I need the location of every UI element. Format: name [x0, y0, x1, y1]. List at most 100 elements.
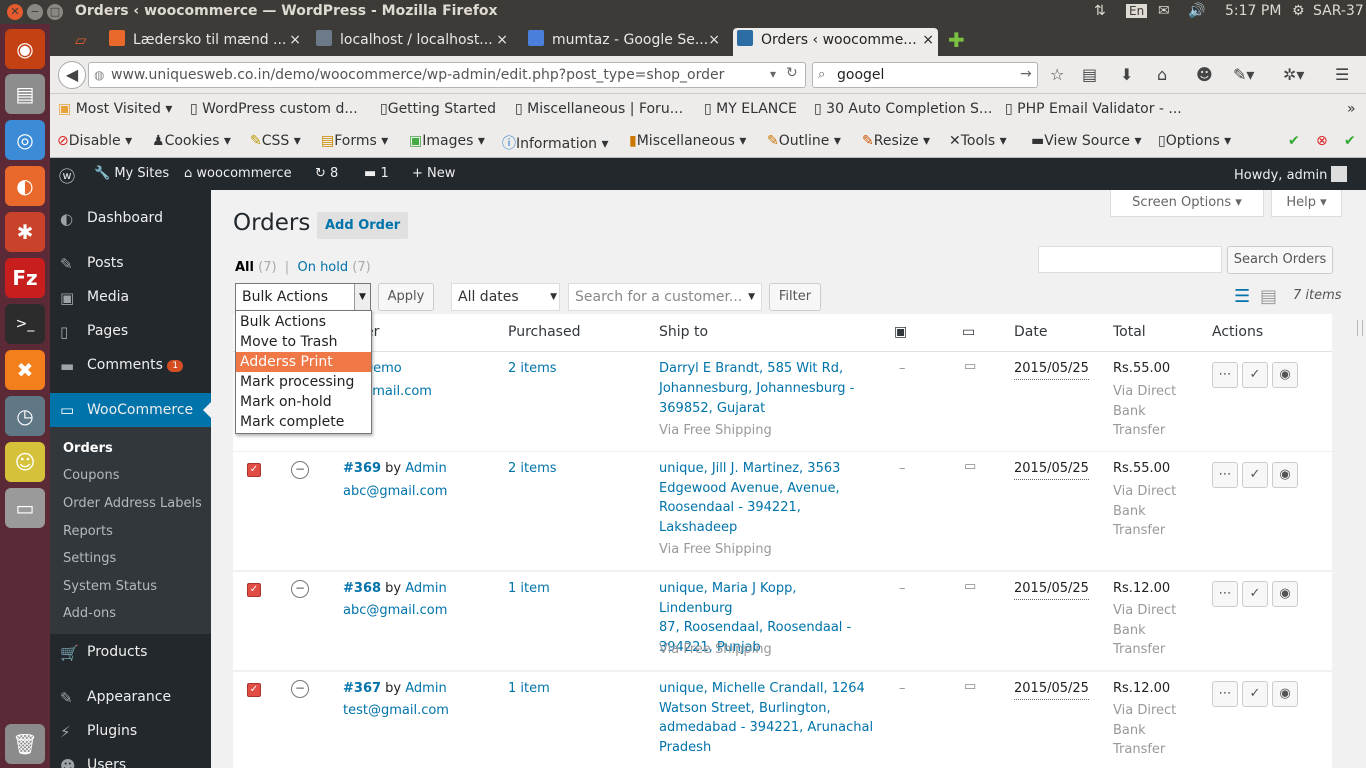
menu-media[interactable]: Media	[87, 289, 129, 305]
error-icon[interactable]: ⊗	[1316, 133, 1328, 149]
maximize-window-icon[interactable]: □	[47, 4, 63, 20]
processing-button[interactable]: ⋯	[1212, 681, 1238, 707]
close-tab-icon[interactable]: ×	[708, 28, 720, 52]
row-checkbox[interactable]: ✓	[247, 683, 261, 697]
option-move-to-trash[interactable]: Move to Trash	[236, 332, 371, 352]
page-scrollbar[interactable]	[1354, 190, 1366, 768]
firefox-icon[interactable]: ◐	[5, 166, 45, 206]
url-dropdown-icon[interactable]: ▾	[770, 67, 776, 81]
menu-woocommerce[interactable]: WooCommerce	[87, 402, 193, 418]
close-tab-icon[interactable]: ×	[289, 28, 301, 52]
wd-miscellaneous[interactable]: ▮Miscellaneous ▾	[629, 133, 746, 149]
chrome-icon[interactable]: ◎	[5, 120, 45, 160]
firebug-icon[interactable]: ✲▾	[1283, 65, 1304, 84]
submenu-coupons[interactable]: Coupons	[63, 468, 120, 483]
wd-options[interactable]: ▯Options ▾	[1158, 133, 1231, 149]
clock[interactable]: 5:17 PM	[1225, 3, 1281, 19]
keyboard-indicator[interactable]: En	[1126, 4, 1148, 18]
tools-icon[interactable]: ✎▾	[1233, 65, 1254, 84]
drive-icon[interactable]: ▭	[5, 488, 45, 528]
wd-resize[interactable]: ✎Resize ▾	[862, 133, 930, 149]
complete-button[interactable]: ✓	[1242, 362, 1268, 388]
dates-select[interactable]: All dates ▼	[451, 283, 560, 311]
excerpt-view-icon[interactable]: ▤	[1260, 286, 1277, 307]
tab-1[interactable]: Lædersko til mænd ... ×	[105, 28, 305, 56]
wd-tools[interactable]: ✕Tools ▾	[949, 133, 1007, 149]
order-id[interactable]: #369	[343, 461, 381, 476]
bookmark-most-visited[interactable]: ▣ Most Visited ▾	[58, 101, 172, 117]
customer-link[interactable]: Admin	[405, 681, 446, 696]
purchased-link[interactable]: 1 item	[508, 679, 550, 699]
close-tab-icon[interactable]: ×	[922, 28, 934, 52]
wd-outline[interactable]: ✎Outline ▾	[767, 133, 841, 149]
bookmark-miscellaneous[interactable]: ▯ Miscellaneous | Foru...	[515, 101, 683, 117]
view-button[interactable]: ◉	[1272, 681, 1298, 707]
minimize-window-icon[interactable]: −	[27, 4, 43, 20]
processing-button[interactable]: ⋯	[1212, 362, 1238, 388]
processing-button[interactable]: ⋯	[1212, 581, 1238, 607]
network-icon[interactable]: ⇅	[1094, 3, 1106, 19]
menu-dashboard[interactable]: Dashboard	[87, 210, 163, 226]
filter-on-hold[interactable]: On hold	[297, 260, 348, 275]
valid-check-icon[interactable]: ✔	[1288, 133, 1300, 149]
order-email[interactable]: abc@gmail.com	[343, 482, 447, 502]
tab-2[interactable]: localhost / localhost... ×	[312, 28, 512, 56]
menu-pages[interactable]: Pages	[87, 323, 128, 339]
new-content-link[interactable]: + New	[412, 166, 455, 181]
pidgin-icon[interactable]: ☺	[5, 442, 45, 482]
chat-icon[interactable]: ☻	[1196, 65, 1213, 84]
option-bulk-actions[interactable]: Bulk Actions	[236, 312, 371, 332]
bookmark-php-email[interactable]: ▯ PHP Email Validator - ...	[1005, 101, 1182, 117]
updates-link[interactable]: ↻ 8	[315, 166, 338, 181]
row-checkbox[interactable]: ✓	[247, 583, 261, 597]
wd-disable[interactable]: ⊘Disable ▾	[57, 133, 132, 149]
bookmark-elance[interactable]: ▯ MY ELANCE	[704, 101, 797, 117]
customer-link[interactable]: Admin	[405, 461, 446, 476]
col-date[interactable]: Date	[1014, 324, 1047, 340]
ship-address[interactable]: Darryl E Brandt, 585 Wit Rd, Johannesburg…	[659, 359, 869, 419]
row-checkbox[interactable]: ✓	[247, 463, 261, 477]
customer-link[interactable]: Admin	[405, 581, 446, 596]
menu-users[interactable]: Users	[87, 757, 126, 768]
tab-3[interactable]: mumtaz - Google Se... ×	[524, 28, 724, 56]
files-icon[interactable]: ▤	[5, 74, 45, 114]
order-email[interactable]: abc@gmail.com	[343, 601, 447, 621]
submenu-orders[interactable]: Orders	[63, 441, 113, 456]
bulk-actions-select[interactable]: Bulk Actions ▼	[235, 283, 371, 311]
purchased-link[interactable]: 2 items	[508, 359, 557, 379]
order-id[interactable]: #368	[343, 581, 381, 596]
terminal-icon[interactable]: >_	[5, 304, 45, 344]
bookmark-star-icon[interactable]: ☆	[1050, 65, 1064, 84]
bookmarks-overflow-icon[interactable]: »	[1347, 101, 1356, 117]
view-button[interactable]: ◉	[1272, 462, 1298, 488]
menu-plugins[interactable]: Plugins	[87, 723, 137, 739]
tab-bookmark-icon[interactable]: ▱	[75, 31, 87, 49]
site-name-link[interactable]: ⌂ woocommerce	[184, 166, 292, 181]
filter-button[interactable]: Filter	[769, 283, 821, 311]
filezilla-icon[interactable]: Fz	[5, 258, 45, 298]
bookmark-wordpress[interactable]: ▯ WordPress custom d...	[190, 101, 358, 117]
close-window-icon[interactable]: ✕	[7, 4, 23, 20]
home-icon[interactable]: ⌂	[1157, 65, 1167, 84]
bookmark-getting-started[interactable]: ▯Getting Started	[380, 101, 496, 117]
ubuntu-icon[interactable]: ◉	[5, 29, 45, 69]
order-search-input[interactable]	[1038, 246, 1222, 273]
volume-icon[interactable]: 🔊	[1188, 3, 1205, 19]
howdy-link[interactable]: Howdy, admin	[1234, 166, 1348, 183]
order-link[interactable]: #368 by Admin	[343, 579, 447, 599]
search-go-icon[interactable]: →	[1020, 66, 1032, 82]
session-user[interactable]: SAR-37	[1313, 3, 1364, 19]
option-mark-on-hold[interactable]: Mark on-hold	[236, 392, 371, 412]
wd-css[interactable]: ✎CSS ▾	[250, 133, 301, 149]
list-view-icon[interactable]: ☰	[1234, 286, 1250, 307]
search-orders-button[interactable]: Search Orders	[1227, 246, 1333, 274]
tab-4-active[interactable]: Orders ‹ woocomme... ×	[733, 28, 938, 56]
help-button[interactable]: Help ▾	[1271, 190, 1342, 217]
reading-list-icon[interactable]: ▤	[1082, 65, 1097, 84]
reload-icon[interactable]: ↻	[786, 65, 798, 81]
search-bar[interactable]: googel	[812, 62, 1038, 88]
customer-search-select[interactable]: Search for a customer... ▼	[568, 283, 762, 311]
submenu-add-ons[interactable]: Add-ons	[63, 606, 116, 621]
menu-appearance[interactable]: Appearance	[87, 689, 171, 705]
option-address-print[interactable]: Adderss Print	[236, 352, 371, 372]
